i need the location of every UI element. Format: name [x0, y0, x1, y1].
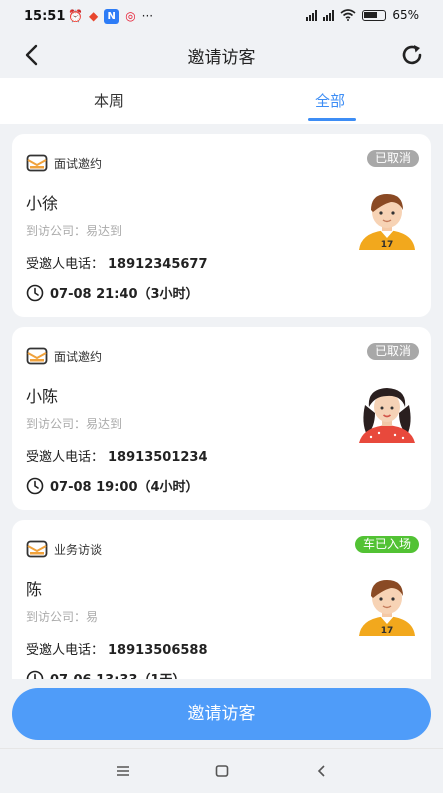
invite-type-label: 业务访谈	[54, 542, 103, 557]
signal-icon-2	[323, 9, 335, 21]
clock-icon	[26, 670, 44, 679]
phone-number: 18913501234	[108, 450, 208, 465]
visitor-name: 小陈	[26, 387, 59, 406]
invite-type: 面试邀约	[26, 347, 102, 365]
visit-time: 07-08 19:00（4小时）	[50, 480, 199, 495]
system-nav-bar	[0, 748, 443, 793]
status-time: 15:51	[24, 9, 66, 24]
phone-number: 18912345677	[108, 257, 208, 272]
envelope-icon	[26, 347, 48, 365]
header: 邀请访客	[0, 34, 443, 78]
visitor-card[interactable]: 面试邀约 已取消 小陈 到访公司：易达到 受邀人电话： 18913501234 0…	[12, 327, 431, 510]
page-title: 邀请访客	[187, 48, 256, 68]
visitor-list[interactable]: 面试邀约 已取消 小徐 到访公司：易达到 受邀人电话： 18912345677 0…	[12, 134, 431, 679]
tab-this-week[interactable]: 本周	[94, 90, 124, 111]
svg-text:17: 17	[381, 626, 394, 636]
clock-icon	[26, 284, 44, 301]
active-tab-indicator	[308, 118, 356, 121]
tab-all[interactable]: 全部	[315, 90, 345, 111]
back-icon[interactable]	[312, 762, 332, 780]
visit-company: 到访公司：易达到	[26, 224, 123, 238]
visit-time-row: 07-08 19:00（4小时）	[26, 476, 199, 495]
signal-icon	[306, 9, 318, 21]
alarm-icon: ⏰	[68, 9, 83, 23]
visit-company: 到访公司：易达到	[26, 417, 123, 431]
status-bar: 15:51 ⏰ ◆ N ◎ ··· 65%	[0, 0, 443, 34]
app-notification-icon: ◆	[88, 9, 99, 23]
status-badge: 已取消	[366, 343, 419, 360]
wifi-icon	[340, 9, 356, 21]
invite-type: 面试邀约	[26, 154, 102, 172]
weibo-icon: ◎	[125, 9, 136, 23]
clock-icon	[26, 477, 44, 494]
battery-icon	[362, 9, 387, 21]
female-avatar-icon	[359, 388, 415, 443]
invite-visitor-button[interactable]: 邀请访客	[12, 688, 431, 740]
battery-percent: 65%	[392, 8, 419, 22]
male-avatar-icon: 17	[359, 194, 415, 250]
visit-time: 07-06 13:33（1天）	[50, 669, 186, 679]
tab-bar: 本周 全部	[0, 78, 443, 124]
visit-time-row: 07-08 21:40（3小时）	[26, 283, 199, 302]
envelope-icon	[26, 540, 48, 558]
notification-icons: ⏰ ◆ N ◎ ···	[68, 8, 153, 24]
visitor-name: 小徐	[26, 194, 59, 213]
invite-type-label: 面试邀约	[54, 349, 103, 364]
phone-number: 18913506588	[108, 643, 208, 658]
menu-icon[interactable]	[113, 762, 133, 780]
phone-label: 受邀人电话：	[26, 450, 105, 465]
svg-text:17: 17	[381, 240, 394, 250]
visit-time-row: 07-06 13:33（1天）	[26, 669, 186, 679]
visit-time: 07-08 21:40（3小时）	[50, 287, 199, 302]
phone-row: 受邀人电话： 18912345677	[26, 253, 208, 272]
home-icon[interactable]	[212, 762, 232, 780]
visitor-name: 陈	[26, 580, 43, 599]
phone-label: 受邀人电话：	[26, 643, 105, 658]
male-avatar-icon: 17	[359, 580, 415, 636]
status-badge: 已取消	[366, 150, 419, 167]
phone-row: 受邀人电话： 18913501234	[26, 446, 208, 465]
invite-type: 业务访谈	[26, 540, 102, 558]
more-notifications: ···	[141, 9, 154, 23]
phone-label: 受邀人电话：	[26, 257, 105, 272]
system-indicators: 65%	[306, 8, 419, 22]
n-app-icon: N	[104, 8, 120, 24]
invite-type-label: 面试邀约	[54, 156, 103, 171]
phone-row: 受邀人电话： 18913506588	[26, 639, 208, 658]
refresh-icon[interactable]	[399, 42, 425, 68]
visitor-card[interactable]: 业务访谈 车已入场 陈 到访公司：易 受邀人电话：18913506588 07-…	[12, 520, 431, 679]
envelope-icon	[26, 154, 48, 172]
status-badge: 车已入场	[354, 536, 419, 553]
visitor-card[interactable]: 面试邀约 已取消 小徐 到访公司：易达到 受邀人电话： 18912345677 0…	[12, 134, 431, 317]
visit-company: 到访公司：易	[26, 610, 99, 624]
